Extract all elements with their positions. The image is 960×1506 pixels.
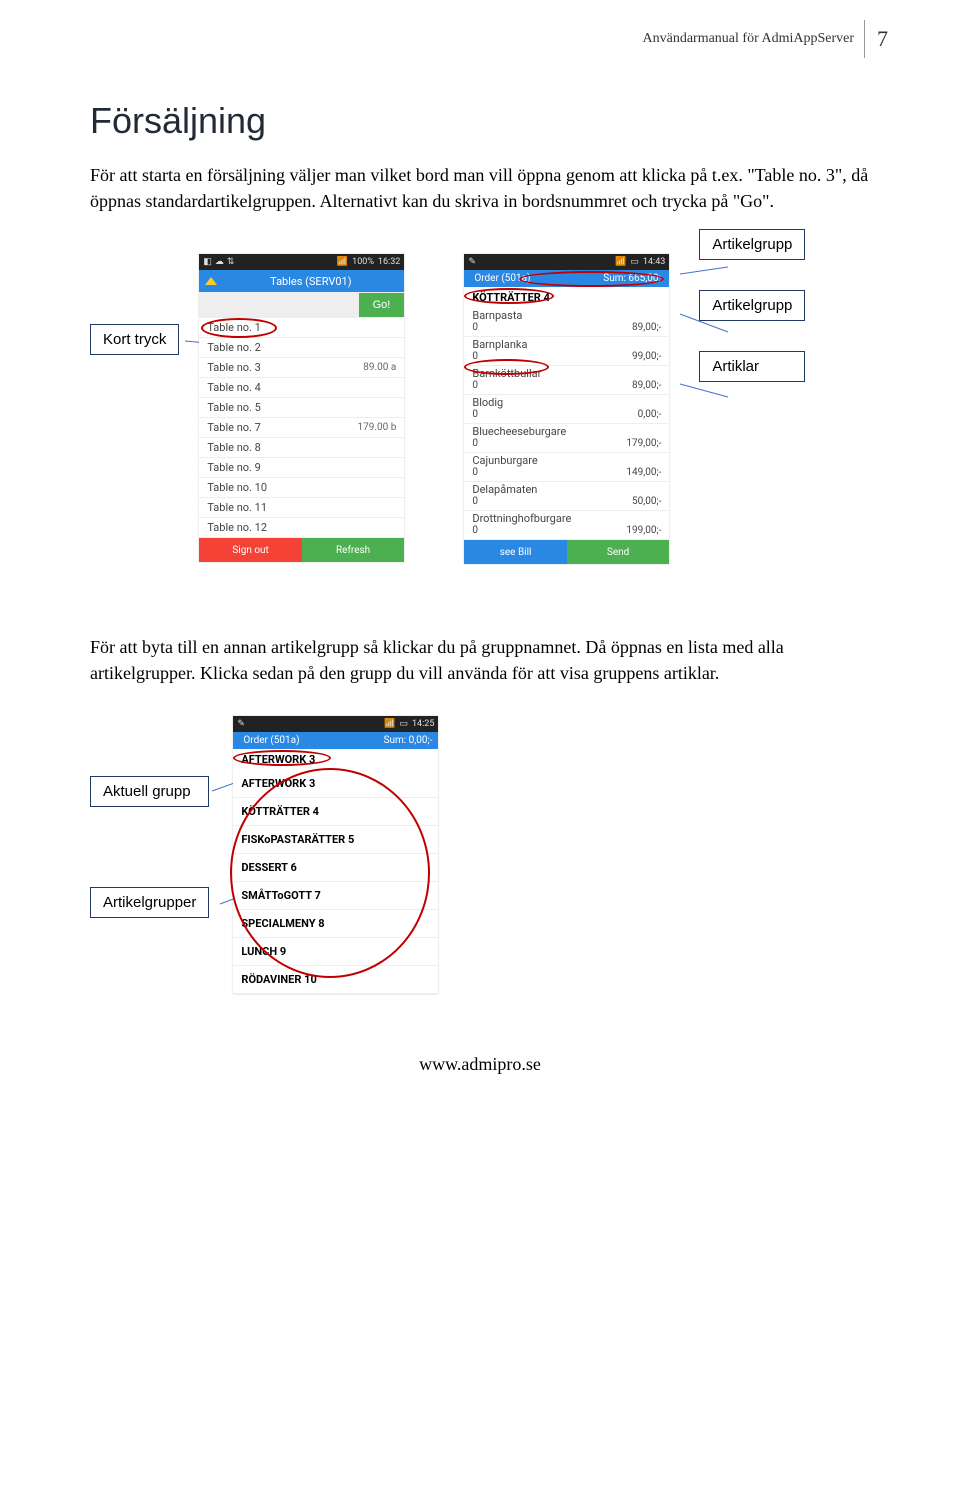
article-item[interactable]: Barnpasta089,00;-: [464, 308, 669, 337]
screenshot-groups: ✎ 📶▭ 14:25 Order (501a) Sum: 0,00;- AFTE…: [233, 716, 438, 994]
battery: 100%: [352, 257, 374, 267]
article-item[interactable]: Blodig00,00;-: [464, 395, 669, 424]
paragraph-2: För att byta till en annan artikelgrupp …: [90, 634, 870, 686]
table-row[interactable]: Table no. 4: [199, 378, 404, 398]
table-row[interactable]: Table no. 1: [199, 318, 404, 338]
figure-row-1: Kort tryck ◧☁⇅ 📶 100% 16:32 Tables (SERV…: [90, 254, 870, 594]
manual-title: Användarmanual för AdmiAppServer: [643, 31, 855, 47]
group-row[interactable]: AFTERWORK 3: [233, 770, 438, 798]
table-row[interactable]: Table no. 8: [199, 438, 404, 458]
table-row[interactable]: Table no. 10: [199, 478, 404, 498]
see-bill-button[interactable]: see Bill: [464, 540, 567, 564]
go-button[interactable]: Go!: [359, 293, 405, 317]
article-item[interactable]: Drottninghofburgare0199,00;-: [464, 511, 669, 540]
clock: 14:43: [643, 257, 665, 267]
callout-artiklar: Artiklar: [699, 351, 805, 382]
app-bar-title: Tables (SERV01): [223, 275, 398, 288]
page-header: Användarmanual för AdmiAppServer 7: [643, 20, 901, 58]
group-row[interactable]: SMÅTToGOTT 7: [233, 882, 438, 910]
footer-url: www.admipro.se: [90, 1054, 870, 1075]
article-item[interactable]: Barnköttbullar089,00;-: [464, 366, 669, 395]
section-heading: Försäljning: [90, 100, 870, 142]
group-row[interactable]: LUNCH 9: [233, 938, 438, 966]
table-row[interactable]: Table no. 11: [199, 498, 404, 518]
table-row[interactable]: Table no. 5: [199, 398, 404, 418]
clock: 14:25: [412, 719, 434, 729]
order-title: Order (501a): [243, 735, 299, 746]
figure-row-2: Aktuell grupp Artikelgrupper ✎ 📶▭ 14:25 …: [90, 716, 870, 994]
callout-kort-tryck: Kort tryck: [90, 324, 179, 355]
callout-aktuell-grupp: Aktuell grupp: [90, 776, 209, 807]
order-title: Order (501a): [474, 273, 530, 284]
group-row[interactable]: KÖTTRÄTTER 4: [233, 798, 438, 826]
paragraph-1: För att starta en försäljning väljer man…: [90, 162, 870, 214]
order-sum: Sum: 0,00;-: [384, 735, 433, 746]
clock: 16:32: [378, 257, 400, 267]
page-number: 7: [864, 20, 900, 58]
screenshot-tables: ◧☁⇅ 📶 100% 16:32 Tables (SERV01) Go! Tab…: [199, 254, 404, 562]
refresh-button[interactable]: Refresh: [302, 538, 405, 562]
group-row[interactable]: FISKoPASTARÄTTER 5: [233, 826, 438, 854]
callout-artikelgrupp: Artikelgrupp: [699, 229, 805, 260]
article-item[interactable]: Bluecheeseburgare0179,00;-: [464, 424, 669, 453]
screenshot-order: ✎ 📶▭ 14:43 Order (501a) Sum: 665,00;- KÖ…: [464, 254, 669, 564]
table-row[interactable]: Table no. 7179.00 b: [199, 418, 404, 438]
table-row[interactable]: Table no. 9: [199, 458, 404, 478]
app-logo-icon: [205, 277, 217, 285]
group-row[interactable]: SPECIALMENY 8: [233, 910, 438, 938]
article-item[interactable]: Delapåmaten050,00;-: [464, 482, 669, 511]
table-row[interactable]: Table no. 2: [199, 338, 404, 358]
article-item[interactable]: Barnplanka099,00;-: [464, 337, 669, 366]
callout-artikelgrupper: Artikelgrupper: [90, 887, 209, 918]
article-item[interactable]: Cajunburgare0149,00;-: [464, 453, 669, 482]
callout-artikelgrupp-2: Artikelgrupp: [699, 290, 805, 321]
table-row[interactable]: Table no. 12: [199, 518, 404, 538]
send-button[interactable]: Send: [567, 540, 670, 564]
current-group[interactable]: AFTERWORK 3: [233, 749, 438, 770]
group-header[interactable]: KÖTTRÄTTER 4: [464, 287, 669, 308]
order-sum: Sum: 665,00;-: [603, 273, 663, 284]
group-row[interactable]: RÖDAVINER 10: [233, 966, 438, 994]
group-row[interactable]: DESSERT 6: [233, 854, 438, 882]
signout-button[interactable]: Sign out: [199, 538, 302, 562]
table-row[interactable]: Table no. 389.00 a: [199, 358, 404, 378]
table-number-input[interactable]: [199, 292, 358, 318]
